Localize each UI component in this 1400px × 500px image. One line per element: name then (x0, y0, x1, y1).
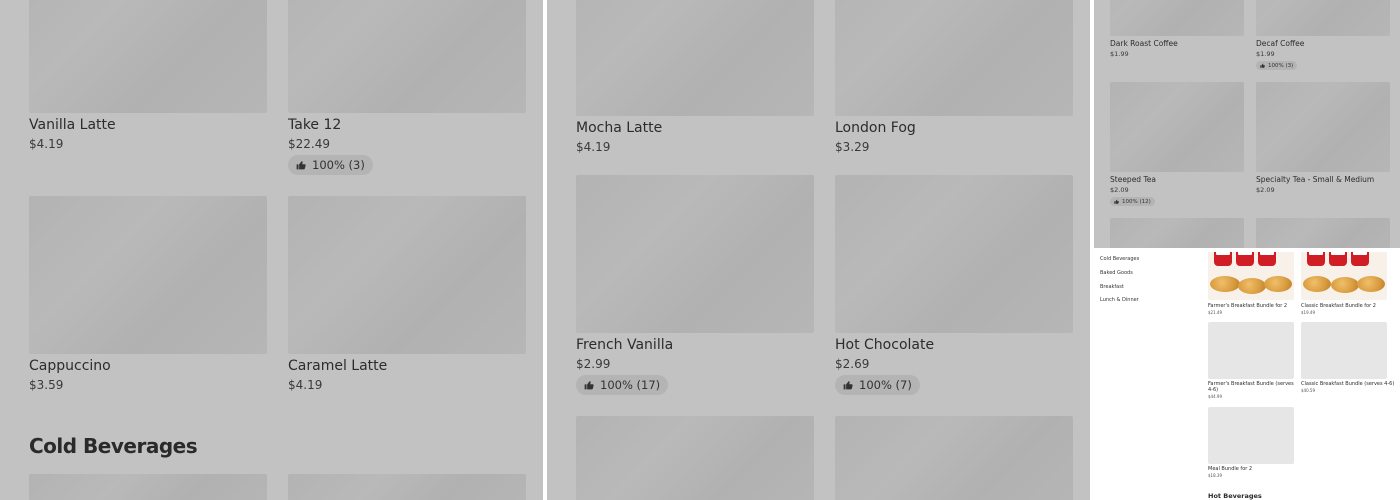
item-price: $3.29 (835, 140, 870, 154)
item-image[interactable] (576, 175, 814, 333)
item-image[interactable] (835, 0, 1073, 116)
item-image[interactable] (835, 175, 1073, 333)
item-name: Steeped Tea (1110, 175, 1156, 184)
item-price: $2.09 (1256, 186, 1275, 194)
item-price: $4.19 (29, 137, 64, 151)
item-price: $2.99 (576, 357, 611, 371)
rating-badge: 100% (17) (576, 375, 669, 395)
thumbs-up-icon (296, 160, 306, 170)
item-name: Caramel Latte (288, 358, 388, 374)
rating-text: 100% (12) (1122, 198, 1151, 205)
item-price: $2.09 (1110, 186, 1129, 194)
thumbs-up-icon (1114, 199, 1119, 204)
item-name: French Vanilla (576, 337, 674, 353)
menu-panel-hot-drinks-right: Mocha Latte $4.19 London Fog $3.29 Frenc… (547, 0, 1090, 500)
item-name: Classic Breakfast Bundle for 2 (1301, 303, 1376, 309)
item-price: $3.59 (29, 378, 64, 392)
thumbs-up-icon (843, 380, 853, 390)
item-image[interactable] (29, 196, 267, 354)
rating-badge: 100% (7) (835, 375, 920, 395)
item-image[interactable] (29, 474, 267, 500)
rating-badge: 100% (3) (1256, 61, 1298, 70)
item-name: Mocha Latte (576, 120, 663, 136)
rating-text: 100% (17) (600, 378, 661, 392)
item-name: Take 12 (288, 117, 342, 133)
section-title: Cold Beverages (29, 434, 198, 458)
item-price: $40.59 (1301, 388, 1315, 393)
item-image[interactable] (1110, 218, 1244, 248)
item-image[interactable] (1110, 82, 1244, 172)
item-price: $44.99 (1208, 394, 1222, 399)
sidebar-item-lunch-dinner[interactable]: Lunch & Dinner (1100, 297, 1139, 303)
item-image[interactable] (1208, 252, 1294, 300)
thumbs-up-icon (1260, 63, 1265, 68)
rating-text: 100% (3) (312, 158, 365, 172)
item-image[interactable] (1256, 0, 1390, 36)
item-name: London Fog (835, 120, 916, 136)
item-name: Meal Bundle for 2 (1208, 466, 1253, 472)
item-name: Vanilla Latte (29, 117, 116, 133)
thumbs-up-icon (584, 380, 594, 390)
item-price: $19.49 (1301, 310, 1315, 315)
item-image[interactable] (1301, 322, 1387, 379)
sidebar-item-baked-goods[interactable]: Baked Goods (1100, 270, 1133, 276)
item-price: $18.39 (1208, 473, 1222, 478)
item-image[interactable] (1208, 322, 1294, 379)
rating-badge: 100% (3) (288, 155, 373, 175)
item-price: $22.49 (288, 137, 330, 151)
rating-badge: 100% (12) (1110, 197, 1155, 206)
item-image[interactable] (576, 416, 814, 500)
item-name: Cappuccino (29, 358, 111, 374)
item-name: Decaf Coffee (1256, 39, 1305, 48)
item-name: Farmer's Breakfast Bundle (serves 4-6) (1208, 381, 1294, 393)
item-price: $4.19 (576, 140, 611, 154)
item-image[interactable] (576, 0, 814, 116)
item-image[interactable] (1208, 407, 1294, 464)
rating-text: 100% (3) (1268, 62, 1294, 69)
rating-text: 100% (7) (859, 378, 912, 392)
item-image[interactable] (835, 416, 1073, 500)
section-title: Hot Beverages (1208, 492, 1262, 500)
item-image[interactable] (288, 474, 526, 500)
item-image[interactable] (1301, 252, 1387, 300)
item-image[interactable] (1256, 218, 1390, 248)
item-name: Hot Chocolate (835, 337, 935, 353)
item-price: $1.99 (1256, 50, 1275, 58)
item-name: Farmer's Breakfast Bundle for 2 (1208, 303, 1288, 309)
sidebar-item-breakfast[interactable]: Breakfast (1100, 284, 1124, 290)
item-price: $2.69 (835, 357, 870, 371)
item-price: $4.19 (288, 378, 323, 392)
item-image[interactable] (288, 196, 526, 354)
item-price: $21.49 (1208, 310, 1222, 315)
item-image[interactable] (1256, 82, 1390, 172)
menu-panel-hot-drinks-left: Vanilla Latte $4.19 Take 12 $22.49 100% … (0, 0, 543, 500)
item-name: Dark Roast Coffee (1110, 39, 1178, 48)
item-name: Specialty Tea - Small & Medium (1256, 175, 1375, 184)
sidebar-item-cold-beverages[interactable]: Cold Beverages (1100, 256, 1139, 262)
menu-panel-breakfast-bundles: Cold Beverages Baked Goods Breakfast Lun… (1094, 252, 1400, 500)
item-image[interactable] (29, 0, 267, 113)
item-image[interactable] (288, 0, 526, 113)
item-image[interactable] (1110, 0, 1244, 36)
menu-panel-coffee-tea: Dark Roast Coffee $1.99 Decaf Coffee $1.… (1094, 0, 1400, 248)
item-name: Classic Breakfast Bundle (serves 4-6) (1301, 381, 1395, 387)
item-price: $1.99 (1110, 50, 1129, 58)
